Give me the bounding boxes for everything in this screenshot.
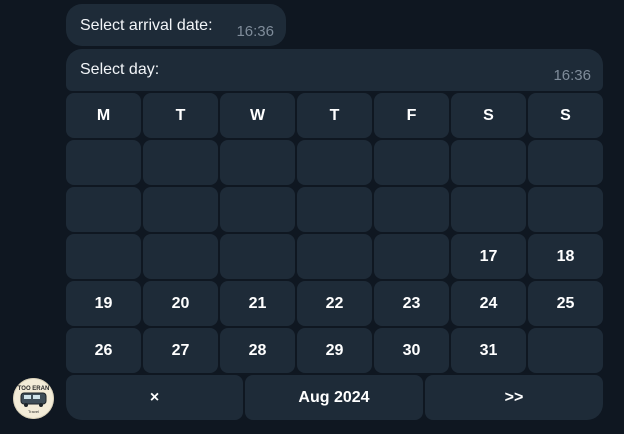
empty-day-button[interactable]: [374, 187, 449, 232]
month-label-button[interactable]: Aug 2024: [245, 375, 423, 420]
day-button-27[interactable]: 27: [143, 328, 218, 373]
weekday-header[interactable]: S: [528, 93, 603, 138]
empty-day-button[interactable]: [66, 140, 141, 185]
empty-day-button[interactable]: [528, 328, 603, 373]
bot-avatar[interactable]: TOO ERAN Travel: [13, 378, 54, 419]
message-text: Select day:: [80, 61, 160, 78]
empty-day-button[interactable]: [528, 140, 603, 185]
empty-day-button[interactable]: [297, 187, 372, 232]
empty-day-button[interactable]: [297, 234, 372, 279]
empty-day-button[interactable]: [66, 234, 141, 279]
weekday-header[interactable]: T: [143, 93, 218, 138]
empty-day-button[interactable]: [451, 140, 526, 185]
empty-day-button[interactable]: [220, 140, 295, 185]
empty-day-button[interactable]: [143, 187, 218, 232]
day-button-25[interactable]: 25: [528, 281, 603, 326]
weekday-header[interactable]: S: [451, 93, 526, 138]
message-time: 16:36: [236, 23, 274, 40]
day-button-28[interactable]: 28: [220, 328, 295, 373]
weekday-header[interactable]: F: [374, 93, 449, 138]
message-text: Select arrival date:: [80, 17, 213, 34]
day-button-31[interactable]: 31: [451, 328, 526, 373]
logo-text: TOO ERAN: [18, 386, 50, 392]
empty-day-button[interactable]: [451, 187, 526, 232]
weekday-header[interactable]: W: [220, 93, 295, 138]
day-button-29[interactable]: 29: [297, 328, 372, 373]
empty-day-button[interactable]: [374, 140, 449, 185]
day-button-30[interactable]: 30: [374, 328, 449, 373]
day-button-17[interactable]: 17: [451, 234, 526, 279]
next-month-button[interactable]: >>: [425, 375, 603, 420]
close-button[interactable]: ×: [66, 375, 243, 420]
bus-logo-icon: TOO ERAN Travel: [13, 378, 54, 419]
empty-day-button[interactable]: [220, 234, 295, 279]
empty-day-button[interactable]: [143, 234, 218, 279]
empty-day-button[interactable]: [297, 140, 372, 185]
day-button-26[interactable]: 26: [66, 328, 141, 373]
message-time: 16:36: [553, 67, 591, 84]
day-button-18[interactable]: 18: [528, 234, 603, 279]
empty-day-button[interactable]: [528, 187, 603, 232]
empty-day-button[interactable]: [143, 140, 218, 185]
weekday-header[interactable]: M: [66, 93, 141, 138]
day-button-21[interactable]: 21: [220, 281, 295, 326]
day-button-23[interactable]: 23: [374, 281, 449, 326]
day-button-24[interactable]: 24: [451, 281, 526, 326]
empty-day-button[interactable]: [220, 187, 295, 232]
chat-view: Select arrival date: 16:36 Select day: 1…: [0, 0, 624, 434]
empty-day-button[interactable]: [374, 234, 449, 279]
message-bubble-select-day: Select day: 16:36: [66, 49, 603, 91]
weekday-header[interactable]: T: [297, 93, 372, 138]
day-button-19[interactable]: 19: [66, 281, 141, 326]
logo-subtext: Travel: [28, 409, 39, 414]
day-button-22[interactable]: 22: [297, 281, 372, 326]
day-button-20[interactable]: 20: [143, 281, 218, 326]
message-bubble-arrival: Select arrival date: 16:36: [66, 4, 286, 46]
empty-day-button[interactable]: [66, 187, 141, 232]
